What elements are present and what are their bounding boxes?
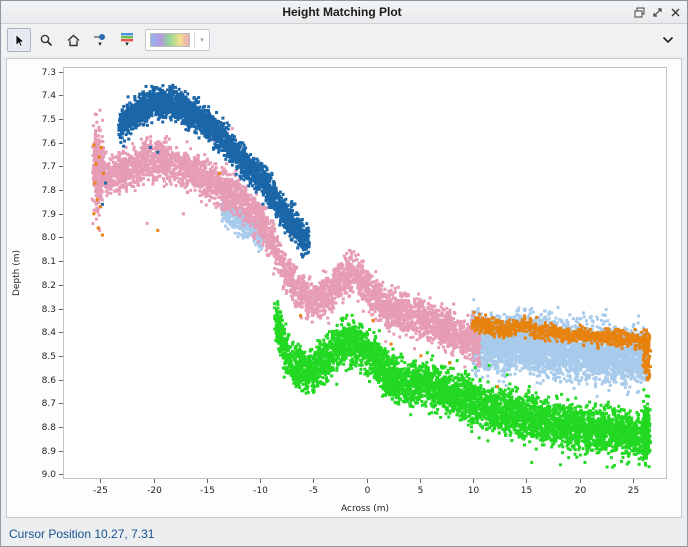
collapse-toolbar-button[interactable] <box>655 28 681 52</box>
maximize-icon <box>652 7 663 18</box>
colormap-gradient-swatch <box>150 33 190 47</box>
status-bar: Cursor Position 10.27, 7.31 <box>1 522 687 546</box>
titlebar-buttons <box>625 4 687 20</box>
colormap-select[interactable]: ▾ <box>145 29 210 51</box>
plot-toolbar: ▾ ▾ ▾ <box>1 24 687 56</box>
chevron-down-icon <box>662 36 674 44</box>
cursor-arrow-icon <box>12 33 27 48</box>
chevron-down-icon: ▾ <box>98 42 102 48</box>
chevron-down-icon: ▾ <box>125 42 129 48</box>
home-view-button[interactable] <box>61 28 85 52</box>
window-title: Height Matching Plot <box>59 5 625 19</box>
cursor-position-label: Cursor Position 10.27, 7.31 <box>9 527 154 541</box>
title-bar[interactable]: Height Matching Plot <box>1 1 687 24</box>
home-icon <box>66 33 81 48</box>
close-icon <box>670 7 681 18</box>
plot-canvas[interactable] <box>7 59 681 517</box>
color-by-dropdown-button[interactable]: ▾ <box>115 27 139 53</box>
close-button[interactable] <box>667 4 683 20</box>
magnifier-icon <box>39 33 54 48</box>
plot-area <box>6 58 682 518</box>
float-window-icon <box>634 7 645 18</box>
zoom-tool-button[interactable] <box>34 28 58 52</box>
point-style-dropdown-button[interactable]: ▾ <box>88 27 112 53</box>
float-window-button[interactable] <box>631 4 647 20</box>
pointer-tool-button[interactable] <box>7 28 31 52</box>
maximize-button[interactable] <box>649 4 665 20</box>
height-matching-plot-window: Height Matching Plot <box>0 0 688 547</box>
chevron-down-icon: ▾ <box>194 31 209 49</box>
